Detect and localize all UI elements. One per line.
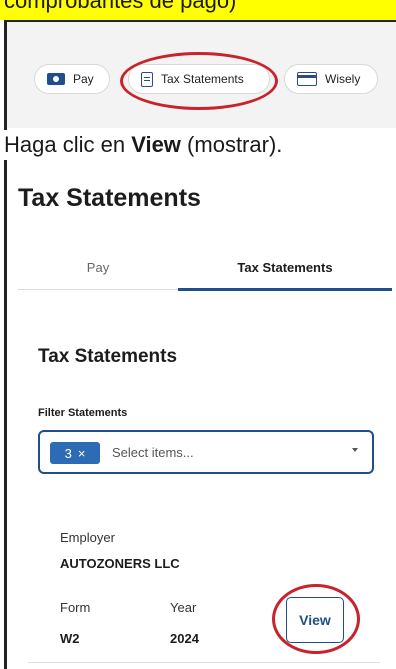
instruction-text: Haga clic en View (mostrar). [4,132,282,158]
chevron-down-icon[interactable] [352,448,358,452]
tab-bar-screenshot: Pay Tax Statements Wisely [4,20,396,130]
employer-value: AUTOZONERS LLC [60,556,180,571]
tax-statements-screenshot: Tax Statements Pay Tax Statements Tax St… [4,160,396,669]
filter-label: Filter Statements [38,407,128,419]
chip-close-icon[interactable]: × [78,446,86,461]
highlighted-caption: comprobantes de pago) [0,0,396,20]
tab-pay-secondary[interactable]: Pay [18,256,178,290]
active-tab-indicator [178,288,392,291]
page-title: Tax Statements [18,184,201,212]
screenshot-border [4,160,7,669]
instruction-bold: View [131,132,181,157]
annotation-circle-view [272,584,360,654]
statement-tabs: Pay Tax Statements [18,256,392,291]
employer-label: Employer [60,530,115,545]
money-icon [47,73,65,85]
year-label: Year [170,600,197,615]
annotation-circle-tax-tab [120,52,278,110]
instruction-suffix: (mostrar). [180,132,283,157]
tab-pay-label: Pay [73,72,94,86]
year-value: 2024 [170,631,199,646]
tab-pay[interactable]: Pay [34,64,110,94]
screenshot-border [4,22,7,130]
tab-tax-statements-secondary[interactable]: Tax Statements [178,256,392,290]
tab-wisely-label: Wisely [325,72,361,86]
card-icon [297,72,317,86]
form-value: W2 [60,631,80,646]
select-placeholder: Select items... [112,445,194,460]
chip-count: 3 [64,445,72,461]
row-divider [28,662,380,663]
selected-count-chip[interactable]: 3 × [50,442,100,464]
section-title: Tax Statements [38,346,178,367]
instruction-prefix: Haga clic en [4,132,132,157]
form-label: Form [60,600,91,615]
highlighted-caption-text: comprobantes de pago) [4,0,237,13]
tab-wisely[interactable]: Wisely [284,64,378,94]
filter-statements-select[interactable]: 3 × Select items... [38,430,374,474]
